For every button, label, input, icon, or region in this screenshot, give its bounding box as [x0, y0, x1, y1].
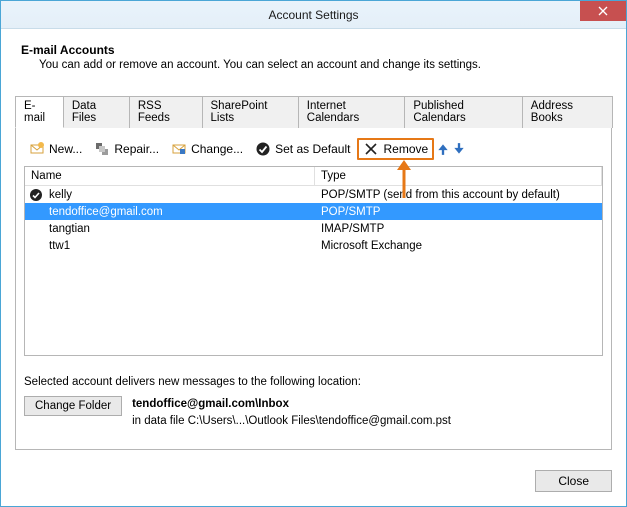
change-icon: [171, 141, 187, 157]
window-title: Account Settings: [268, 8, 358, 22]
account-type: POP/SMTP: [315, 206, 602, 218]
close-button[interactable]: Close: [535, 470, 612, 492]
location-text: tendoffice@gmail.com\Inbox in data file …: [132, 396, 451, 431]
toolbar: New... Repair... Change... Set as Defaul…: [24, 136, 603, 166]
account-type: POP/SMTP (send from this account by defa…: [315, 189, 602, 201]
change-button[interactable]: Change...: [166, 139, 248, 159]
list-header: Name Type: [25, 167, 602, 186]
tab-sharepoint-lists[interactable]: SharePoint Lists: [202, 96, 299, 128]
repair-button[interactable]: Repair...: [89, 139, 164, 159]
repair-label: Repair...: [114, 142, 159, 156]
col-name[interactable]: Name: [25, 167, 315, 185]
tab-email[interactable]: E-mail: [15, 96, 64, 128]
move-down-button[interactable]: [452, 142, 466, 156]
list-rows: kelly POP/SMTP (send from this account b…: [25, 186, 602, 355]
change-label: Change...: [191, 142, 243, 156]
new-label: New...: [49, 142, 82, 156]
tab-panel-email: New... Repair... Change... Set as Defaul…: [15, 128, 612, 450]
account-settings-window: Account Settings E-mail Accounts You can…: [0, 0, 627, 507]
tab-data-files[interactable]: Data Files: [63, 96, 130, 128]
spacer-icon: [29, 239, 43, 253]
set-default-label: Set as Default: [275, 142, 350, 156]
location-path: tendoffice@gmail.com\Inbox: [132, 396, 451, 413]
tab-published-calendars[interactable]: Published Calendars: [404, 96, 522, 128]
set-default-icon: [255, 141, 271, 157]
table-row[interactable]: kelly POP/SMTP (send from this account b…: [25, 186, 602, 203]
remove-button[interactable]: Remove: [357, 138, 434, 160]
account-name: tendoffice@gmail.com: [49, 206, 163, 218]
close-icon: [598, 6, 608, 16]
table-row[interactable]: tendoffice@gmail.com POP/SMTP: [25, 203, 602, 220]
account-name: tangtian: [49, 223, 90, 235]
dialog-footer: Close: [1, 460, 626, 506]
location-intro: Selected account delivers new messages t…: [24, 376, 603, 388]
account-name: ttw1: [49, 240, 70, 252]
arrow-down-icon: [452, 142, 466, 156]
spacer-icon: [29, 205, 43, 219]
new-button[interactable]: New...: [24, 139, 87, 159]
window-close-button[interactable]: [580, 1, 626, 21]
section-subheading: You can add or remove an account. You ca…: [39, 59, 612, 71]
account-type: IMAP/SMTP: [315, 223, 602, 235]
callout-arrow-icon: [394, 160, 414, 200]
accounts-list[interactable]: Name Type kelly POP/SMTP (send from this…: [24, 166, 603, 356]
dialog-body: E-mail Accounts You can add or remove an…: [1, 29, 626, 460]
tab-rss-feeds[interactable]: RSS Feeds: [129, 96, 203, 128]
move-up-button[interactable]: [436, 142, 450, 156]
default-account-icon: [29, 188, 43, 202]
section-heading: E-mail Accounts: [21, 43, 612, 57]
tab-address-books[interactable]: Address Books: [522, 96, 613, 128]
table-row[interactable]: ttw1 Microsoft Exchange: [25, 237, 602, 254]
new-icon: [29, 141, 45, 157]
col-type[interactable]: Type: [315, 167, 602, 185]
titlebar: Account Settings: [1, 1, 626, 29]
remove-icon: [363, 141, 379, 157]
spacer-icon: [29, 222, 43, 236]
account-name: kelly: [49, 189, 72, 201]
change-folder-button[interactable]: Change Folder: [24, 396, 122, 416]
tab-internet-calendars[interactable]: Internet Calendars: [298, 96, 406, 128]
location-detail: in data file C:\Users\...\Outlook Files\…: [132, 413, 451, 430]
set-default-button[interactable]: Set as Default: [250, 139, 355, 159]
arrow-up-icon: [436, 142, 450, 156]
account-type: Microsoft Exchange: [315, 240, 602, 252]
repair-icon: [94, 141, 110, 157]
remove-label: Remove: [383, 142, 428, 156]
tabs: E-mail Data Files RSS Feeds SharePoint L…: [15, 95, 612, 128]
table-row[interactable]: tangtian IMAP/SMTP: [25, 220, 602, 237]
location-section: Selected account delivers new messages t…: [24, 376, 603, 431]
